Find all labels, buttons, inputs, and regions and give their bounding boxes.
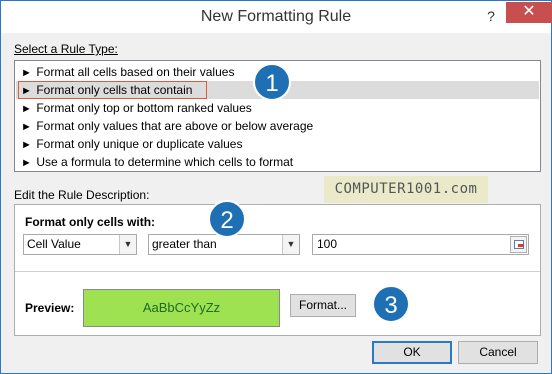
- selection-outline: [18, 81, 207, 99]
- close-button[interactable]: ✕: [506, 2, 552, 23]
- operator-value: greater than: [152, 237, 217, 251]
- rule-item-above-below-average[interactable]: ► Format only values that are above or b…: [16, 117, 539, 135]
- preview-label: Preview:: [25, 301, 75, 315]
- value-text: 100: [317, 237, 338, 251]
- range-picker-icon-accent: [518, 244, 524, 247]
- rule-type-label-text: Select a Rule Type:: [14, 42, 118, 56]
- watermark: COMPUTER1001.com: [324, 176, 488, 203]
- arrow-icon: ►: [21, 121, 32, 133]
- chevron-down-icon[interactable]: ▼: [282, 235, 299, 254]
- condition-field-select[interactable]: Cell Value ▼: [23, 234, 137, 255]
- rule-item-formula[interactable]: ► Use a formula to determine which cells…: [16, 153, 539, 171]
- arrow-icon: ►: [21, 67, 32, 79]
- help-button[interactable]: ?: [481, 4, 501, 28]
- rule-item-label: Format only values that are above or bel…: [36, 119, 314, 133]
- format-preview: AaBbCcYyZz: [83, 289, 280, 327]
- title-bar: New Formatting Rule ? ✕: [1, 1, 552, 33]
- arrow-icon: ►: [21, 139, 32, 151]
- divider: [15, 271, 540, 272]
- rule-description-label: Edit the Rule Description:: [14, 188, 150, 202]
- callout-badge-2: 2: [208, 200, 246, 238]
- new-formatting-rule-dialog: New Formatting Rule ? ✕ Select a Rule Ty…: [0, 0, 552, 374]
- arrow-icon: ►: [21, 103, 32, 115]
- rule-description-panel: Format only cells with: Cell Value ▼ gre…: [14, 204, 541, 336]
- callout-badge-1: 1: [253, 63, 291, 101]
- rule-item-unique-duplicate[interactable]: ► Format only unique or duplicate values: [16, 135, 539, 153]
- cancel-button[interactable]: Cancel: [458, 341, 538, 364]
- chevron-down-icon[interactable]: ▼: [119, 235, 136, 254]
- condition-section: Format only cells with: Cell Value ▼ gre…: [15, 205, 540, 271]
- rule-item-label: Format only top or bottom ranked values: [36, 101, 252, 115]
- range-picker-button[interactable]: [510, 236, 527, 253]
- rule-type-label: Select a Rule Type:: [14, 42, 118, 56]
- rule-item-label: Format only unique or duplicate values: [36, 137, 243, 151]
- arrow-icon: ►: [21, 157, 32, 169]
- rule-item-label: Use a formula to determine which cells t…: [36, 155, 294, 169]
- ok-button[interactable]: OK: [372, 341, 452, 364]
- dialog-title: New Formatting Rule: [200, 8, 352, 25]
- value-input[interactable]: 100: [312, 234, 529, 255]
- format-button[interactable]: Format...: [290, 294, 356, 317]
- callout-badge-3: 3: [372, 285, 410, 323]
- rule-item-top-bottom[interactable]: ► Format only top or bottom ranked value…: [16, 99, 539, 117]
- condition-field-value: Cell Value: [27, 237, 81, 251]
- rule-item-label: Format all cells based on their values: [36, 65, 235, 79]
- format-only-cells-label: Format only cells with:: [25, 215, 156, 229]
